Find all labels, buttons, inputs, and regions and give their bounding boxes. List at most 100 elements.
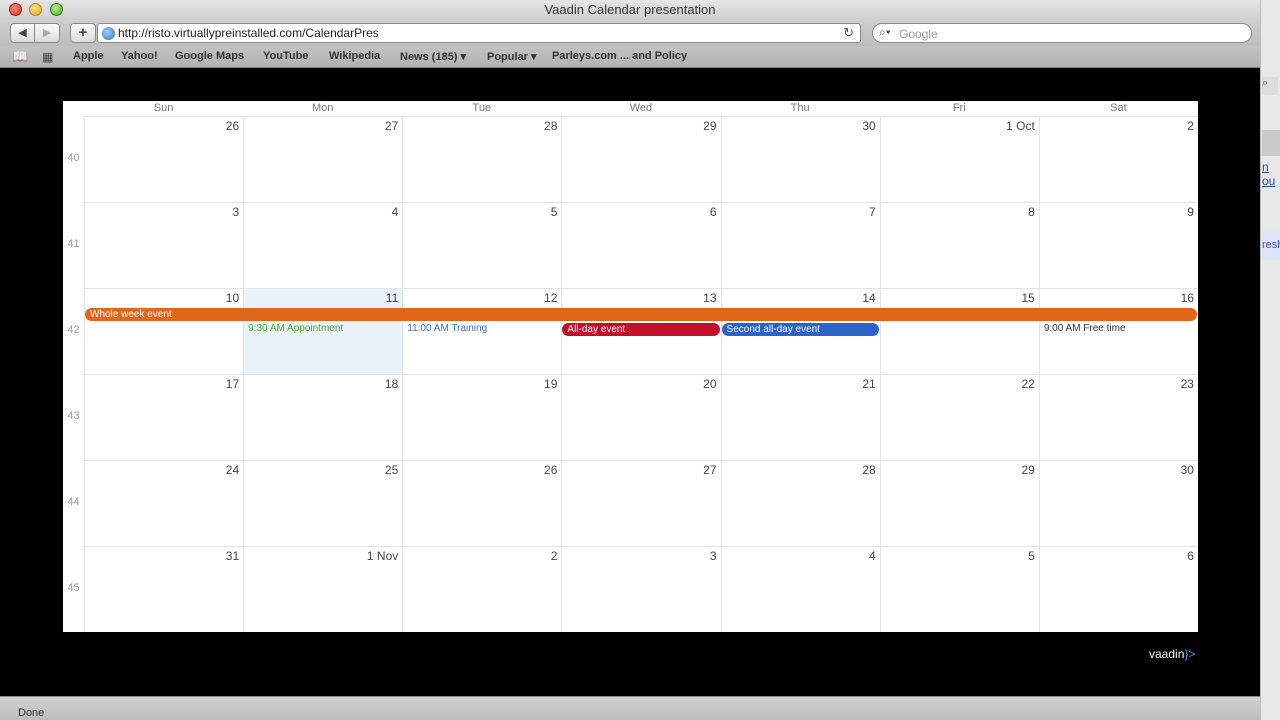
day-cell[interactable]: 3 — [561, 546, 721, 632]
day-number[interactable]: 11 — [386, 291, 398, 305]
bookmark-youtube[interactable]: YouTube — [263, 50, 308, 62]
day-cell[interactable]: 28 — [402, 116, 562, 202]
day-number[interactable]: 17 — [226, 377, 239, 391]
day-cell[interactable]: 19 — [402, 374, 562, 460]
event-training[interactable]: 11:00 AM Training — [407, 323, 487, 334]
day-number[interactable]: 13 — [703, 291, 716, 305]
day-cell[interactable]: 26 — [84, 116, 244, 202]
day-number[interactable]: 1 Oct — [1006, 119, 1035, 133]
day-cell[interactable]: 1 Oct — [879, 116, 1039, 202]
reload-icon[interactable]: ↻ — [843, 25, 854, 41]
day-cell[interactable]: 8 — [879, 202, 1039, 288]
day-cell[interactable]: 18 — [243, 374, 403, 460]
week-number[interactable]: 42 — [63, 324, 84, 336]
day-cell[interactable]: 1 Nov — [243, 546, 403, 632]
day-cell[interactable]: 27 — [561, 460, 721, 546]
day-cell[interactable]: 24 — [84, 460, 244, 546]
day-cell[interactable]: 27 — [243, 116, 403, 202]
day-number[interactable]: 1 Nov — [367, 549, 398, 563]
bookmark-popular[interactable]: Popular ▾ — [487, 50, 537, 63]
day-cell[interactable]: 31 — [84, 546, 244, 632]
day-cell[interactable]: 30 — [720, 116, 880, 202]
day-number[interactable]: 22 — [1021, 377, 1034, 391]
day-number[interactable]: 30 — [862, 119, 875, 133]
day-cell[interactable]: 26 — [402, 460, 562, 546]
day-number[interactable]: 3 — [710, 549, 717, 563]
day-number[interactable]: 9 — [1187, 205, 1194, 219]
bookmark-yahoo[interactable]: Yahoo! — [121, 50, 158, 62]
day-number[interactable]: 6 — [1187, 549, 1194, 563]
day-number[interactable]: 24 — [226, 463, 239, 477]
day-number[interactable]: 19 — [544, 377, 557, 391]
day-cell[interactable]: 5 — [402, 202, 562, 288]
day-cell[interactable]: 2 — [402, 546, 562, 632]
minimize-window-button[interactable] — [29, 3, 42, 16]
day-number[interactable]: 29 — [703, 119, 716, 133]
forward-button[interactable]: ▶ — [35, 23, 60, 43]
bookmark-news[interactable]: News (185) ▾ — [400, 50, 466, 63]
day-number[interactable]: 3 — [232, 205, 239, 219]
day-cell[interactable]: 30 — [1038, 460, 1198, 546]
day-number[interactable]: 26 — [226, 119, 239, 133]
day-number[interactable]: 21 — [862, 377, 875, 391]
day-cell[interactable]: 15 — [879, 288, 1039, 374]
week-number[interactable]: 41 — [63, 238, 84, 250]
bookmark-apple[interactable]: Apple — [73, 50, 104, 62]
day-cell[interactable]: 5 — [879, 546, 1039, 632]
day-number[interactable]: 16 — [1181, 291, 1194, 305]
day-number[interactable]: 31 — [226, 549, 239, 563]
week-number[interactable]: 40 — [63, 152, 84, 164]
day-number[interactable]: 6 — [710, 205, 717, 219]
day-number[interactable]: 2 — [1187, 119, 1194, 133]
day-cell[interactable]: 28 — [720, 460, 880, 546]
day-number[interactable]: 4 — [869, 549, 876, 563]
top-sites-grid-icon[interactable]: ▦ — [42, 50, 53, 64]
bookmarks-book-icon[interactable]: 📖 — [12, 49, 28, 65]
day-number[interactable]: 29 — [1021, 463, 1034, 477]
week-number[interactable]: 45 — [63, 582, 84, 594]
day-cell[interactable]: 6 — [1038, 546, 1198, 632]
day-cell[interactable]: 10 — [84, 288, 244, 374]
day-number[interactable]: 4 — [392, 205, 399, 219]
day-number[interactable]: 2 — [551, 549, 558, 563]
add-bookmark-button[interactable]: + — [70, 23, 96, 43]
day-cell[interactable]: 4 — [243, 202, 403, 288]
week-number[interactable]: 44 — [63, 496, 84, 508]
day-cell[interactable]: 22 — [879, 374, 1039, 460]
day-number[interactable]: 12 — [544, 291, 557, 305]
day-number[interactable]: 5 — [1028, 549, 1035, 563]
day-cell[interactable]: 21 — [720, 374, 880, 460]
day-number[interactable]: 14 — [862, 291, 875, 305]
day-cell[interactable]: 2 — [1038, 116, 1198, 202]
event-appointment[interactable]: 9:30 AM Appointment — [248, 323, 343, 334]
day-cell[interactable]: 29 — [561, 116, 721, 202]
day-number[interactable]: 15 — [1021, 291, 1034, 305]
event-free-time[interactable]: 9:00 AM Free time — [1044, 323, 1126, 334]
day-number[interactable]: 26 — [544, 463, 557, 477]
address-bar[interactable]: http://risto.virtuallypreinstalled.com/C… — [97, 23, 861, 43]
day-number[interactable]: 5 — [551, 205, 558, 219]
back-button[interactable]: ◀ — [10, 23, 35, 43]
day-cell[interactable]: 23 — [1038, 374, 1198, 460]
day-cell[interactable]: 25 — [243, 460, 403, 546]
bookmark-google-maps[interactable]: Google Maps — [175, 50, 244, 62]
event-all-day[interactable]: All-day event — [562, 323, 720, 336]
day-number[interactable]: 30 — [1181, 463, 1194, 477]
event-second-all-day[interactable]: Second all-day event — [721, 323, 879, 336]
day-number[interactable]: 27 — [703, 463, 716, 477]
event-whole-week[interactable]: Whole week event — [85, 308, 1197, 321]
day-cell[interactable]: 29 — [879, 460, 1039, 546]
day-number[interactable]: 28 — [862, 463, 875, 477]
day-number[interactable]: 27 — [385, 119, 398, 133]
day-cell[interactable]: 4 — [720, 546, 880, 632]
day-cell[interactable]: 7 — [720, 202, 880, 288]
day-number[interactable]: 7 — [869, 205, 876, 219]
search-field[interactable]: ⌕▾ Google — [872, 23, 1252, 43]
day-number[interactable]: 28 — [544, 119, 557, 133]
close-window-button[interactable] — [9, 3, 22, 16]
zoom-window-button[interactable] — [50, 3, 63, 16]
day-cell[interactable]: 6 — [561, 202, 721, 288]
day-number[interactable]: 18 — [385, 377, 398, 391]
week-number[interactable]: 43 — [63, 410, 84, 422]
day-cell[interactable]: 17 — [84, 374, 244, 460]
